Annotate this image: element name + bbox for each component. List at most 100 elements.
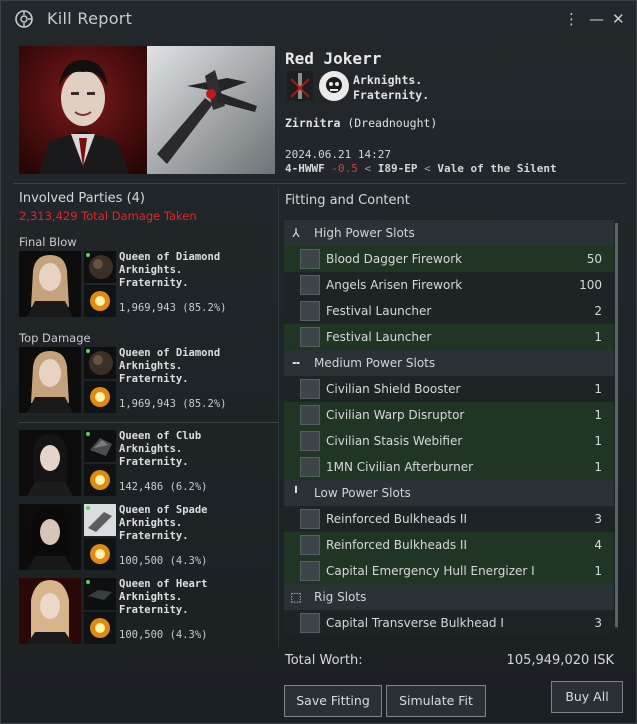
module-name: Capital Transverse Bulkhead I xyxy=(326,616,504,630)
parties-divider xyxy=(19,422,278,423)
party-item[interactable]: Queen of Club Arknights. Fraternity. 142… xyxy=(19,430,274,496)
attacker-corp-1: Arknights. xyxy=(119,360,183,372)
fitting-list[interactable]: ⅄ High Power Slots Blood Dagger Firework 50… xyxy=(284,220,614,634)
constellation-link[interactable]: I89-EP xyxy=(378,162,418,175)
involved-parties-title: Involved Parties (4) xyxy=(19,191,146,206)
attacker-weapon-icon[interactable] xyxy=(84,464,116,496)
attacker-corp-2: Fraternity. xyxy=(119,277,189,289)
fitting-item-row[interactable]: Reinforced Bulkheads II 4 xyxy=(284,532,614,558)
system-link[interactable]: 4-HWWF xyxy=(285,162,325,175)
module-name: Festival Launcher xyxy=(326,330,432,344)
attacker-weapon-icon[interactable] xyxy=(84,285,116,317)
module-name: Reinforced Bulkheads II xyxy=(326,538,467,552)
victim-portrait-image xyxy=(19,46,147,174)
attacker-portrait[interactable] xyxy=(19,504,81,570)
fitting-item-row[interactable]: Civilian Stasis Webifier 1 xyxy=(284,428,614,454)
online-indicator-icon xyxy=(86,432,90,436)
corporation-logo-icon[interactable] xyxy=(287,71,313,101)
fitting-item-row[interactable]: 1MN Civilian Afterburner 1 xyxy=(284,454,614,480)
module-name: Civilian Stasis Webifier xyxy=(326,434,463,448)
fitting-item-row[interactable]: Festival Launcher 1 xyxy=(284,324,614,350)
module-icon xyxy=(300,457,320,477)
window-title: Kill Report xyxy=(47,9,133,28)
attacker-name[interactable]: Queen of Club xyxy=(119,430,201,443)
attacker-corp-1: Arknights. xyxy=(119,264,183,276)
slot-group-header: ╍ Medium Power Slots xyxy=(284,350,614,376)
region-link[interactable]: Vale of the Silent xyxy=(437,162,556,175)
online-indicator-icon xyxy=(86,253,90,257)
fitting-item-row[interactable]: Reinforced Bulkheads II 3 xyxy=(284,506,614,532)
module-quantity: 1 xyxy=(594,408,602,422)
module-name: 1MN Civilian Afterburner xyxy=(326,460,474,474)
module-quantity: 3 xyxy=(594,512,602,526)
online-indicator-icon xyxy=(86,506,90,510)
total-worth-value: 105,949,020 ISK xyxy=(506,653,614,668)
party-top-damage[interactable]: Queen of Diamond Arknights. Fraternity. … xyxy=(19,347,274,413)
attacker-damage: 100,500 (4.3%) xyxy=(119,555,208,567)
fitting-item-row[interactable]: Blood Dagger Firework 50 xyxy=(284,246,614,272)
attacker-name[interactable]: Queen of Spade xyxy=(119,504,208,517)
module-quantity: 1 xyxy=(594,460,602,474)
attacker-portrait[interactable] xyxy=(19,578,81,644)
kill-location: 4-HWWF -0.5 < I89-EP < Vale of the Silen… xyxy=(285,162,557,175)
attacker-name[interactable]: Queen of Heart xyxy=(119,578,208,591)
fitting-item-row[interactable]: Civilian Warp Disruptor 1 xyxy=(284,402,614,428)
module-icon xyxy=(300,405,320,425)
attacker-info: Queen of Spade Arknights. Fraternity. xyxy=(119,504,208,543)
fitting-item-row[interactable]: Civilian Shield Booster 1 xyxy=(284,376,614,402)
attacker-name[interactable]: Queen of Diamond xyxy=(119,347,220,360)
save-fitting-button[interactable]: Save Fitting xyxy=(284,685,382,717)
party-item[interactable]: Queen of Heart Arknights. Fraternity. 10… xyxy=(19,578,274,644)
close-icon[interactable]: ✕ xyxy=(612,10,625,28)
top-damage-label: Top Damage xyxy=(19,331,91,345)
attacker-info: Queen of Diamond Arknights. Fraternity. xyxy=(119,251,220,290)
total-worth-label: Total Worth: xyxy=(285,653,363,668)
fitting-item-row[interactable]: Capital Transverse Bulkhead I 3 xyxy=(284,610,614,634)
attacker-corp-1: Arknights. xyxy=(119,517,183,529)
attacker-name[interactable]: Queen of Diamond xyxy=(119,251,220,264)
column-divider xyxy=(278,187,279,647)
module-quantity: 4 xyxy=(594,538,602,552)
fitting-scrollbar-thumb[interactable] xyxy=(615,223,618,627)
buy-all-button[interactable]: Buy All xyxy=(551,681,623,713)
fitting-item-row[interactable]: Festival Launcher 2 xyxy=(284,298,614,324)
slot-group-label: Medium Power Slots xyxy=(314,356,436,370)
module-quantity: 3 xyxy=(594,616,602,630)
slot-group-header: ⬚ Rig Slots xyxy=(284,584,614,610)
attacker-weapon-icon[interactable] xyxy=(84,612,116,644)
ship-class: (Dreadnought) xyxy=(347,116,438,130)
simulate-fit-button[interactable]: Simulate Fit xyxy=(386,685,486,717)
attacker-weapon-icon[interactable] xyxy=(84,538,116,570)
attacker-damage: 1,969,943 (85.2%) xyxy=(119,398,227,410)
attacker-portrait[interactable] xyxy=(19,430,81,496)
module-name: Civilian Warp Disruptor xyxy=(326,408,465,422)
fitting-item-row[interactable]: Angels Arisen Firework 100 xyxy=(284,272,614,298)
victim-corporation[interactable]: Arknights. Fraternity. xyxy=(353,73,429,103)
title-bar[interactable]: Kill Report ⋮ — ✕ xyxy=(1,1,637,37)
attacker-corp-1: Arknights. xyxy=(119,443,183,455)
attacker-portrait[interactable] xyxy=(19,251,81,317)
attacker-damage: 1,969,943 (85.2%) xyxy=(119,302,227,314)
header-divider xyxy=(13,183,626,184)
minimize-icon[interactable]: — xyxy=(589,10,604,28)
attacker-info: Queen of Diamond Arknights. Fraternity. xyxy=(119,347,220,386)
attacker-weapon-icon[interactable] xyxy=(84,381,116,413)
slot-group-header: ⅄ High Power Slots xyxy=(284,220,614,246)
attacker-damage: 100,500 (4.3%) xyxy=(119,629,208,641)
victim-name[interactable]: Red Jokerr xyxy=(285,49,381,68)
party-final-blow[interactable]: Queen of Diamond Arknights. Fraternity. … xyxy=(19,251,274,317)
fitting-item-row[interactable]: Capital Emergency Hull Energizer I 1 xyxy=(284,558,614,584)
corp-line-2: Fraternity. xyxy=(353,88,430,102)
victim-portrait[interactable] xyxy=(19,46,147,174)
victim-ship[interactable]: Zirnitra (Dreadnought) xyxy=(285,116,437,130)
alliance-logo-icon[interactable] xyxy=(319,71,349,101)
victim-ship-image[interactable] xyxy=(147,46,275,174)
corp-line-1: Arknights. xyxy=(353,73,423,87)
attacker-portrait[interactable] xyxy=(19,347,81,413)
party-item[interactable]: Queen of Spade Arknights. Fraternity. 10… xyxy=(19,504,274,570)
kill-datetime: 2024.06.21 14:27 xyxy=(285,148,391,161)
slot-group-header: ╹ Low Power Slots xyxy=(284,480,614,506)
module-icon xyxy=(300,509,320,529)
slot-group-label: Low Power Slots xyxy=(314,486,411,500)
kebab-menu-icon[interactable]: ⋮ xyxy=(564,10,579,28)
